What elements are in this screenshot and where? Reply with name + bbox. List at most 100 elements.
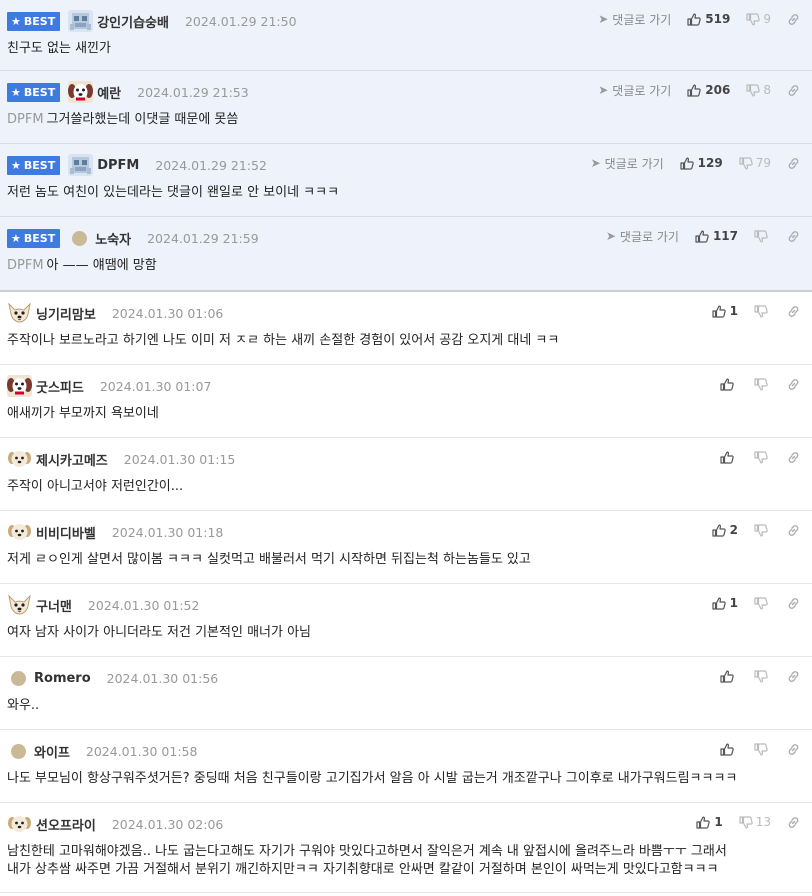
avatar[interactable]: [68, 154, 94, 176]
thumbs-up-icon: [720, 378, 738, 391]
link-icon[interactable]: [787, 743, 800, 756]
nickname[interactable]: 굿스피드: [36, 377, 84, 396]
comment-text: 주작이 아니고서야 저런인간이...: [7, 479, 184, 494]
dislike-button[interactable]: [754, 523, 771, 537]
comment-text: 내가 상추쌈 싸주면 가끔 거절해서 분위기 깨긴하지만ㅋㅋ 자기취향대로 안싸…: [7, 862, 719, 877]
avatar[interactable]: [7, 521, 32, 543]
avatar[interactable]: [11, 743, 26, 759]
comment-text: 그거쓸라했는데 이댓글 때문에 못씀: [46, 112, 239, 127]
like-button[interactable]: 1: [696, 815, 723, 829]
link-icon[interactable]: [787, 524, 800, 537]
avatar[interactable]: [7, 594, 32, 616]
nickname[interactable]: 구너맨: [36, 596, 72, 615]
dislike-button[interactable]: [754, 742, 771, 756]
like-button[interactable]: [720, 670, 738, 683]
comment-date: 2024.01.29 21:53: [137, 84, 249, 100]
go-to-comment-link[interactable]: ➤ 댓글로 가기: [606, 228, 679, 245]
like-count: 206: [705, 83, 731, 97]
comment-date: 2024.01.30 01:06: [111, 305, 224, 321]
comment-actions: ➤ 댓글로 가기 117: [606, 226, 800, 246]
link-icon[interactable]: [787, 157, 800, 170]
link-icon[interactable]: [787, 13, 800, 26]
comment-header: 닝기리맘보 2024.01.30 01:06: [7, 302, 804, 324]
avatar[interactable]: [7, 448, 32, 470]
comment: 구너맨 2024.01.30 01:52 1 여자 남자 사이가 아니더라도 저건 기…: [0, 584, 812, 657]
avatar[interactable]: [68, 10, 94, 32]
like-button[interactable]: [720, 743, 738, 756]
dislike-button[interactable]: [754, 669, 771, 683]
dislike-button[interactable]: [754, 229, 771, 243]
link-icon[interactable]: [787, 305, 800, 318]
reply-target-tag: DPFM: [7, 112, 44, 127]
like-button[interactable]: 519: [687, 12, 730, 26]
dislike-button[interactable]: 79: [739, 156, 771, 170]
nickname[interactable]: 노숙자: [95, 229, 131, 248]
like-button[interactable]: 129: [680, 156, 723, 170]
best-badge: ★ BEST: [7, 155, 61, 175]
comment-date: 2024.01.30 01:52: [87, 597, 200, 613]
link-icon[interactable]: [787, 84, 800, 97]
like-button[interactable]: 1: [712, 304, 738, 318]
dislike-button[interactable]: 8: [746, 83, 771, 97]
comment-body: 여자 남자 사이가 아니더라도 저건 기본적인 매너가 아님: [7, 616, 804, 652]
arrow-icon: ➤: [605, 229, 616, 243]
best-badge: ★ BEST: [7, 11, 61, 31]
avatar[interactable]: [7, 813, 32, 835]
like-button[interactable]: 206: [687, 83, 730, 97]
thumbs-down-icon: [754, 742, 771, 756]
nickname[interactable]: 비비디바벨: [36, 523, 96, 542]
link-icon[interactable]: [787, 670, 800, 683]
go-to-comment-link[interactable]: ➤ 댓글로 가기: [591, 155, 664, 172]
dislike-button[interactable]: 13: [739, 815, 771, 829]
avatar[interactable]: [7, 375, 32, 397]
avatar[interactable]: [68, 81, 94, 103]
link-icon[interactable]: [787, 816, 800, 829]
comment-header: Romero 2024.01.30 01:56: [7, 667, 804, 689]
best-badge: ★ BEST: [7, 82, 61, 102]
dislike-button[interactable]: [754, 450, 771, 464]
comment-date: 2024.01.30 01:15: [123, 451, 236, 467]
thumbs-down-icon: [754, 304, 771, 318]
dislike-button[interactable]: [754, 377, 771, 391]
avatar[interactable]: [72, 230, 88, 246]
nickname[interactable]: 닝기리맘보: [36, 304, 96, 323]
nickname[interactable]: Romero: [34, 671, 91, 686]
like-button[interactable]: [720, 451, 738, 464]
thumbs-down-icon: [754, 377, 771, 391]
go-to-comment-link[interactable]: ➤ 댓글로 가기: [598, 82, 671, 99]
link-icon[interactable]: [787, 230, 800, 243]
dislike-button[interactable]: [754, 304, 771, 318]
avatar[interactable]: [11, 670, 26, 686]
comment-header: 굿스피드 2024.01.30 01:07: [7, 375, 804, 397]
link-icon[interactable]: [787, 597, 800, 610]
comment-header: 구너맨 2024.01.30 01:52: [7, 594, 804, 616]
best-comment: ★ BEST DPFM 2024.01.29 21:52 ➤ 댓글로 가기 129 79 저런 …: [0, 144, 812, 217]
thumbs-up-icon: [696, 816, 714, 829]
star-icon: ★: [11, 14, 21, 28]
dislike-count: 79: [755, 156, 771, 170]
link-icon[interactable]: [787, 378, 800, 391]
comment-list: ★ BEST 강인기습숭배 2024.01.29 21:50 ➤ 댓글로 가기 519 9 친구…: [0, 0, 812, 896]
like-button[interactable]: 2: [712, 523, 738, 537]
like-button[interactable]: 1: [712, 596, 738, 610]
nickname[interactable]: DPFM: [97, 158, 139, 173]
avatar[interactable]: [7, 302, 32, 324]
comment-actions: [720, 447, 800, 467]
nickname[interactable]: 션오프라이: [36, 815, 96, 834]
thumbs-down-icon: [746, 83, 763, 97]
like-button[interactable]: 117: [695, 229, 738, 243]
thumbs-down-icon: [739, 156, 756, 170]
reply-target-tag: DPFM: [7, 258, 44, 273]
comment-date: 2024.01.29 21:52: [155, 157, 267, 173]
nickname[interactable]: 예란: [97, 83, 121, 102]
link-icon[interactable]: [787, 451, 800, 464]
nickname[interactable]: 강인기습숭배: [97, 12, 169, 31]
nickname[interactable]: 와이프: [34, 742, 70, 761]
dislike-count: 8: [763, 83, 771, 97]
comment-date: 2024.01.30 01:56: [106, 670, 219, 686]
like-button[interactable]: [720, 378, 738, 391]
nickname[interactable]: 제시카고메즈: [36, 450, 108, 469]
dislike-button[interactable]: 9: [746, 12, 771, 26]
dislike-button[interactable]: [754, 596, 771, 610]
go-to-comment-link[interactable]: ➤ 댓글로 가기: [598, 11, 671, 28]
